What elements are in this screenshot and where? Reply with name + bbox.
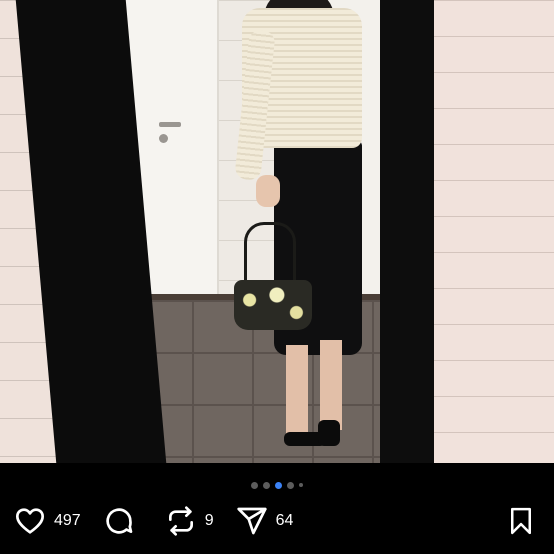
pager-dot[interactable] <box>263 481 270 489</box>
comment-bubble-icon <box>106 508 133 534</box>
post-photo[interactable] <box>0 0 554 463</box>
door-handle <box>159 122 181 127</box>
repost-icon <box>168 506 193 536</box>
carousel-pager <box>0 481 554 489</box>
like-button[interactable]: 497 <box>14 505 81 537</box>
door-lock <box>159 134 168 143</box>
pager-dot[interactable] <box>299 483 303 487</box>
share-button[interactable]: 64 <box>236 505 294 537</box>
right-shoe <box>318 420 340 446</box>
left-leg <box>286 345 308 440</box>
action-buttons: 497 9 64 <box>14 503 315 539</box>
post-action-bar: 497 9 64 <box>0 463 554 554</box>
save-button[interactable] <box>506 505 536 542</box>
repost-button[interactable]: 9 <box>165 505 214 537</box>
repost-count[interactable]: 9 <box>205 512 214 530</box>
send-icon <box>236 507 267 535</box>
heart-icon <box>15 508 44 534</box>
bag-strap <box>244 222 296 289</box>
pager-dot[interactable] <box>287 481 294 489</box>
share-count[interactable]: 64 <box>276 512 294 530</box>
hand <box>256 175 280 207</box>
instagram-post-view: 497 9 64 <box>0 0 554 554</box>
pager-dot[interactable] <box>251 481 258 489</box>
like-count[interactable]: 497 <box>54 512 81 530</box>
floral-handbag <box>234 280 312 330</box>
person-figure <box>222 0 382 463</box>
bookmark-icon <box>511 507 531 535</box>
pager-dot-active[interactable] <box>275 481 282 489</box>
mirror-frame-right <box>380 0 434 463</box>
comment-button[interactable] <box>103 505 143 537</box>
right-leg <box>320 340 342 430</box>
